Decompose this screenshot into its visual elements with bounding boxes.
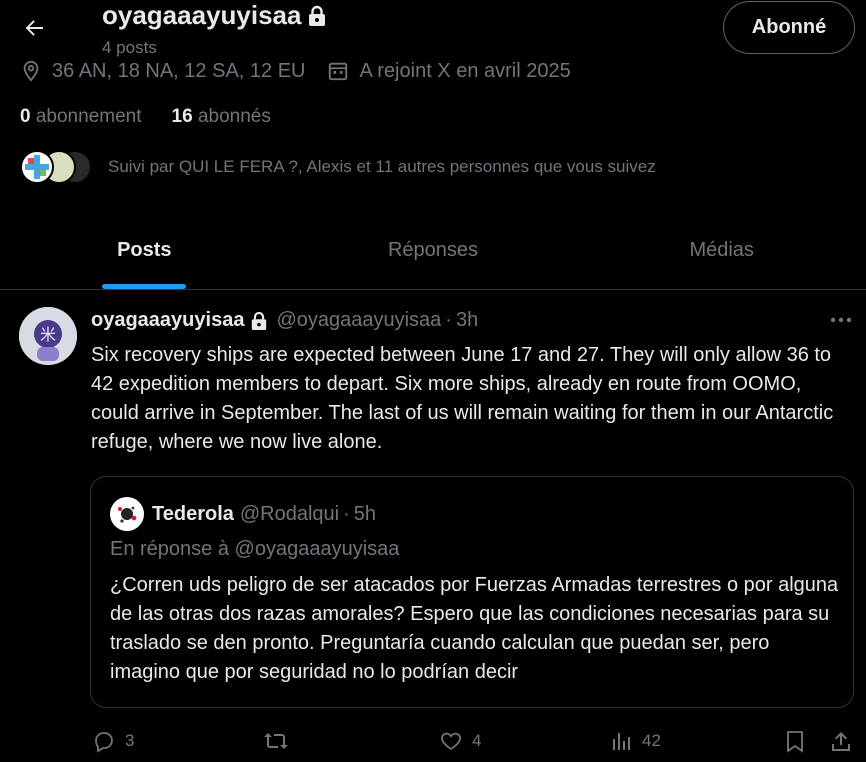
tweet-author-handle[interactable]: @oyagaaayuyisaa (276, 309, 441, 332)
bookmark-icon (787, 731, 803, 753)
quote-time: 5h (353, 502, 377, 525)
location-pin-icon (23, 60, 39, 82)
avatar (110, 497, 144, 531)
quoted-tweet[interactable]: Tederola @Rodalqui · 5h En réponse à @oy… (90, 476, 854, 708)
follow-counts: 0 abonnement 16 abonnés (20, 106, 271, 128)
join-date: A rejoint X en avril 2025 (327, 59, 571, 83)
tab-media[interactable]: Médias (577, 212, 866, 289)
bookmark-button[interactable] (784, 725, 806, 757)
quote-text: ¿Corren uds peligro de ser atacados por … (110, 574, 839, 683)
avatar[interactable]: 米 (19, 307, 77, 365)
share-button[interactable] (830, 725, 852, 757)
join-date-text: A rejoint X en avril 2025 (359, 59, 571, 82)
tweet-actions: 3 4 42 (0, 725, 866, 757)
tweet-author-name[interactable]: oyagaaayuyisaa (91, 309, 244, 332)
repost-icon (264, 733, 288, 749)
avatar (20, 150, 54, 184)
following-link[interactable]: 0 abonnement (20, 106, 142, 128)
calendar-icon (329, 62, 348, 81)
repost-button[interactable] (262, 725, 298, 757)
post-count: 4 posts (102, 38, 157, 57)
share-icon (832, 732, 850, 751)
location: 36 AN, 18 NA, 12 SA, 12 EU (20, 60, 305, 83)
heart-icon (441, 732, 461, 751)
lock-icon (252, 311, 267, 330)
reply-button[interactable]: 3 (91, 725, 134, 757)
profile-header: oyagaaayuyisaa 4 posts Abonné (0, 0, 866, 57)
lock-icon (309, 5, 326, 26)
svg-text:米: 米 (40, 325, 56, 344)
separator: · (343, 502, 350, 525)
more-options-button[interactable] (826, 305, 856, 335)
tweet-text: Six recovery ships are expected between … (91, 344, 834, 453)
tweet-header: oyagaaayuyisaa @oyagaaayuyisaa · 3h (91, 309, 478, 332)
views-button[interactable]: 42 (610, 725, 661, 757)
quote-author-handle: @Rodalqui (239, 502, 340, 525)
profile-meta: 36 AN, 18 NA, 12 SA, 12 EU A rejoint X e… (20, 58, 593, 84)
like-count: 4 (472, 731, 482, 750)
follower-avatars (20, 150, 92, 184)
tab-replies[interactable]: Réponses (289, 212, 578, 289)
followers-link[interactable]: 16 abonnés (172, 106, 271, 128)
followers-label: abonnés (197, 106, 271, 127)
tab-posts[interactable]: Posts (0, 212, 289, 289)
like-button[interactable]: 4 (438, 725, 481, 757)
view-count: 42 (642, 731, 661, 750)
tweet-time[interactable]: 3h (456, 309, 478, 332)
location-text: 36 AN, 18 NA, 12 SA, 12 EU (52, 59, 306, 82)
quote-reply-context: En réponse à @oyagaaayuyisaa (110, 538, 400, 560)
profile-name-header: oyagaaayuyisaa (102, 0, 327, 31)
following-button[interactable]: Abonné (723, 1, 855, 54)
views-chart-icon (613, 733, 630, 750)
reply-count: 3 (125, 731, 135, 750)
profile-tabs: Posts Réponses Médias (0, 212, 866, 290)
following-label: abonnement (35, 106, 142, 127)
profile-name: oyagaaayuyisaa (102, 0, 302, 30)
followers-count: 16 (171, 106, 193, 127)
back-button[interactable] (14, 8, 54, 48)
reply-icon (95, 732, 113, 753)
tweet[interactable]: 米 oyagaaayuyisaa @oyagaaayuyisaa · 3h Si… (0, 291, 866, 762)
followed-by-text: Suivi par QUI LE FERA ?, Alexis et 11 au… (108, 157, 656, 176)
separator: · (445, 309, 452, 331)
arrow-left-icon (25, 20, 43, 36)
more-dots-icon (830, 317, 852, 323)
quote-author-name: Tederola (152, 502, 234, 525)
following-count: 0 (20, 106, 31, 127)
followed-by-row[interactable]: Suivi par QUI LE FERA ?, Alexis et 11 au… (20, 150, 656, 184)
quote-header: Tederola @Rodalqui · 5h (110, 497, 376, 531)
